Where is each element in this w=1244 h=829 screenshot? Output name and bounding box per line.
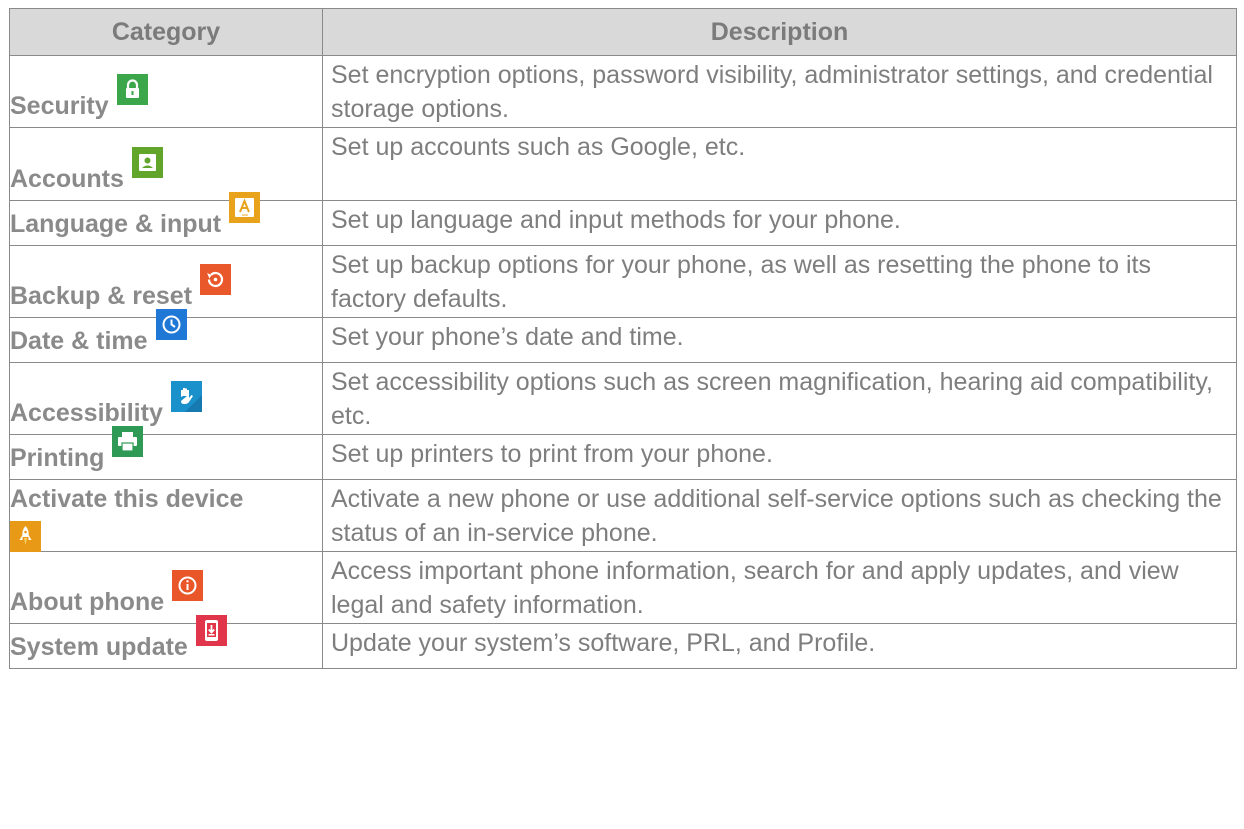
description-cell: Set up backup options for your phone, as… [322, 245, 1237, 318]
category-cell: About phone [9, 551, 323, 624]
table-row: Date & time Set your phone’s date and ti… [9, 309, 1237, 363]
description-cell: Set up accounts such as Google, etc. [322, 127, 1237, 201]
printer-icon [112, 426, 144, 457]
table-row: Language & input Set up language and inp… [9, 192, 1237, 246]
table-row: About phone Access important phone infor… [9, 551, 1237, 624]
category-label: System update [10, 633, 188, 661]
category-cell: Activate this device [9, 479, 323, 552]
category-label: Accessibility [10, 399, 163, 427]
category-label: Date & time [10, 327, 148, 355]
settings-category-table: Category Description Security Set encryp… [9, 8, 1237, 669]
table-row: System update Update your system’s softw… [9, 615, 1237, 669]
category-label: About phone [10, 588, 165, 616]
table-row: Backup & reset Set up backup options for… [9, 245, 1237, 318]
clock-icon [155, 309, 187, 340]
description-cell: Access important phone information, sear… [322, 551, 1237, 624]
table-header-row: Category Description [9, 8, 1237, 56]
category-label: Language & input [10, 210, 222, 238]
category-label: Printing [10, 444, 105, 472]
category-label: Backup & reset [10, 282, 193, 310]
category-label: Activate this device [10, 485, 244, 513]
system-update-icon [195, 615, 227, 646]
category-cell: Accessibility [9, 362, 323, 435]
table-row: Printing Set up printers to print from y… [9, 426, 1237, 480]
category-cell: Language & input [9, 192, 323, 246]
account-icon [131, 147, 163, 178]
category-cell: Backup & reset [9, 245, 323, 318]
description-cell: Update your system’s software, PRL, and … [322, 623, 1237, 669]
table-row: Security Set encryption options, passwor… [9, 55, 1237, 128]
description-cell: Set encryption options, password visibil… [322, 55, 1237, 128]
info-icon [172, 570, 204, 601]
description-cell: Set up language and input methods for yo… [322, 200, 1237, 246]
backup-restore-icon [200, 264, 232, 295]
header-description: Description [322, 8, 1237, 56]
keyboard-language-icon [229, 192, 261, 223]
rocket-icon [10, 521, 41, 552]
category-cell: Printing [9, 426, 323, 480]
category-cell: Security [9, 55, 323, 128]
hand-icon [170, 381, 202, 412]
description-cell: Activate a new phone or use additional s… [322, 479, 1237, 552]
header-category: Category [9, 8, 323, 56]
category-cell: System update [9, 615, 323, 669]
table-row: Activate this device Activate a new phon… [9, 479, 1237, 552]
category-label: Accounts [10, 165, 124, 193]
category-cell: Date & time [9, 309, 323, 363]
category-cell: Accounts [9, 127, 323, 201]
category-label: Security [10, 92, 109, 120]
table-row: Accessibility Set accessibility options … [9, 362, 1237, 435]
lock-icon [116, 74, 148, 105]
table-row: Accounts Set up accounts such as Google,… [9, 127, 1237, 201]
description-cell: Set your phone’s date and time. [322, 317, 1237, 363]
description-cell: Set up printers to print from your phone… [322, 434, 1237, 480]
description-cell: Set accessibility options such as screen… [322, 362, 1237, 435]
